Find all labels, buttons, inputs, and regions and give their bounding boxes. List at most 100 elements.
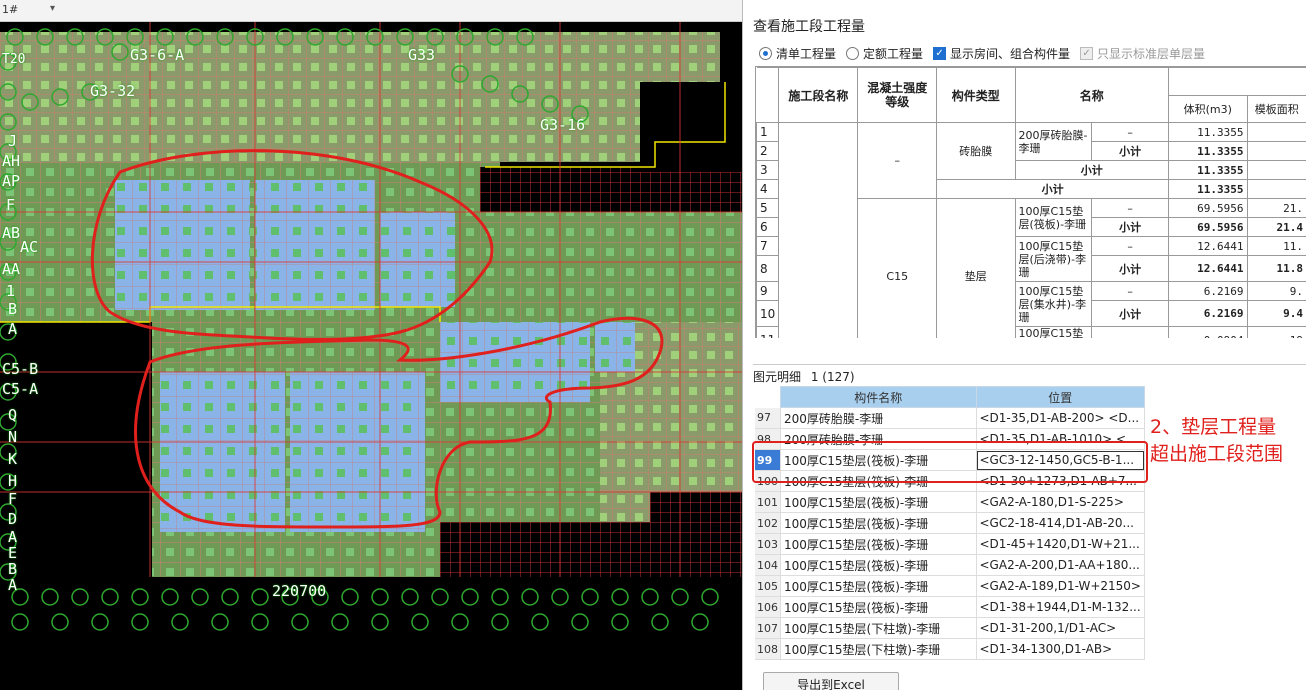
grid-label: G3-6-A — [130, 46, 185, 64]
table-row[interactable]: 103 100厚C15垫层(筏板)-李珊 <D1-45+1420,D1-W+21… — [755, 533, 1145, 555]
axis-label: B — [8, 300, 18, 318]
volume-cell: 69.5956 — [1168, 198, 1248, 218]
name-cell: 100厚C15垫层(集水井)-李珊 — [1014, 281, 1093, 327]
quantity-table-container[interactable]: 施工段名称 混凝土强度等级 构件类型 名称 体积(m3) 模板面积 1 – 砖胎… — [755, 66, 1306, 338]
name-cell: 100厚C15垫层 — [1014, 326, 1093, 338]
grade-cell: – — [857, 122, 938, 199]
col-position[interactable]: 位置 — [975, 386, 1145, 408]
table-row[interactable]: 104 100厚C15垫层(筏板)-李珊 <GA2-A-200,D1-AA+18… — [755, 554, 1145, 576]
formwork-cell: 11. — [1246, 236, 1306, 256]
subtotal-label: 小计 — [936, 179, 1170, 199]
cad-toolbar: 1# ▾ — [0, 0, 742, 22]
formwork-cell — [1246, 141, 1306, 161]
col-component-name[interactable]: 构件名称 — [780, 386, 977, 408]
axis-label: A — [8, 320, 18, 338]
annotation-note: 2、垫层工程量 超出施工段范围 — [1150, 414, 1283, 468]
volume-cell: 11.3355 — [1168, 160, 1248, 180]
element-detail-header: 图元明细 1 (127) — [753, 364, 1306, 386]
floor-selector[interactable]: 1# — [2, 3, 18, 16]
row-number: 1 — [756, 122, 780, 142]
table-row[interactable]: 106 100厚C15垫层(筏板)-李珊 <D1-38+1944,D1-M-13… — [755, 596, 1145, 618]
element-detail-table-container[interactable]: 构件名称 位置 97 200厚砖胎膜-李珊 <D1-35,D1-AB-200> … — [755, 386, 1145, 662]
sub-cell — [1091, 326, 1170, 338]
axis-label: A — [8, 576, 18, 594]
axis-label: B — [8, 560, 18, 578]
checkbox-checked-icon[interactable]: ✓ — [933, 46, 947, 60]
table-row[interactable]: 102 100厚C15垫层(筏板)-李珊 <GC2-18-414,D1-AB-2… — [755, 512, 1145, 534]
axis-label: C5-B — [2, 360, 39, 378]
position-cell: <GA2-A-200,D1-AA+180... — [976, 554, 1145, 576]
type-cell: 砖胎膜 — [936, 122, 1016, 180]
position-cell: <D1-34-1300,D1-AB> — [976, 638, 1145, 660]
position-cell: <D1-45+1420,D1-W+21... — [976, 533, 1145, 555]
subtotal-label: 小计 — [1091, 300, 1170, 327]
volume-cell: 69.5956 — [1168, 217, 1248, 237]
formwork-cell: 19 — [1246, 326, 1306, 338]
volume-cell: 0.0904 — [1168, 326, 1248, 338]
volume-cell: 12.6441 — [1168, 236, 1248, 256]
axis-label: AA — [2, 260, 21, 278]
checkbox-checked-icon[interactable]: ✓ — [1080, 46, 1094, 60]
subtotal-label: 小计 — [1014, 160, 1170, 180]
row-number: 106 — [755, 596, 781, 618]
subtotal-label: 小计 — [1091, 255, 1170, 282]
position-cell: <GA2-A-189,D1-W+2150> — [976, 575, 1145, 597]
axis-label: Q — [8, 406, 18, 424]
position-cell: <D1-35,D1-AB-200> <D... — [976, 407, 1145, 429]
radio-selected-icon[interactable] — [759, 46, 772, 60]
col-component-type[interactable]: 构件类型 — [936, 67, 1016, 123]
formwork-cell — [1246, 179, 1306, 199]
detail-count: 1 (127) — [810, 370, 855, 384]
row-number: 103 — [755, 533, 781, 555]
table-row[interactable]: 101 100厚C15垫层(筏板)-李珊 <GA2-A-180,D1-S-225… — [755, 491, 1145, 513]
col-concrete-grade[interactable]: 混凝土强度等级 — [857, 67, 938, 123]
position-cell: <D1-38+1944,D1-M-132... — [976, 596, 1145, 618]
annotation-highlight-box — [752, 441, 1148, 483]
component-name-cell: 100厚C15垫层(筏板)-李珊 — [780, 596, 977, 618]
col-volume[interactable]: 体积(m3) — [1168, 95, 1248, 123]
row-number: 104 — [755, 554, 781, 576]
chevron-down-icon[interactable]: ▾ — [50, 3, 55, 14]
table-row[interactable]: 107 100厚C15垫层(下柱墩)-李珊 <D1-31-200,1/D1-AC… — [755, 617, 1145, 639]
formwork-cell: 11.8 — [1246, 255, 1306, 282]
table-row[interactable]: 105 100厚C15垫层(筏板)-李珊 <GA2-A-189,D1-W+215… — [755, 575, 1145, 597]
subtotal-label: 小计 — [1091, 217, 1170, 237]
col-segment-name[interactable]: 施工段名称 — [778, 67, 859, 123]
row-number: 97 — [755, 407, 781, 429]
formwork-cell: 21.4 — [1246, 217, 1306, 237]
grid-label: G33 — [408, 46, 436, 64]
row-number: 101 — [755, 491, 781, 513]
table-row[interactable]: 108 100厚C15垫层(下柱墩)-李珊 <D1-34-1300,D1-AB> — [755, 638, 1145, 660]
grid-label: G3-32 — [90, 82, 136, 100]
axis-label: K — [8, 450, 18, 468]
axis-label: C5-A — [2, 380, 39, 398]
row-number: 6 — [756, 217, 780, 237]
checkbox-standard-floor-only[interactable]: ✓ 只显示标准层单层量 — [1080, 45, 1205, 62]
checkbox-show-rooms[interactable]: ✓ 显示房间、组合构件量 — [933, 45, 1070, 62]
volume-cell: 6.2169 — [1168, 281, 1248, 301]
grade-cell: C15 — [857, 198, 938, 338]
row-number: 7 — [756, 236, 780, 256]
formwork-cell — [1246, 160, 1306, 180]
cad-drawing — [0, 22, 742, 690]
cad-drawing-canvas[interactable]: T20 J AH AP F AB AC AA 1 B A C5-B C5-A Q… — [0, 22, 742, 690]
table-row[interactable]: 97 200厚砖胎膜-李珊 <D1-35,D1-AB-200> <D... — [755, 407, 1145, 429]
axis-label: AC — [20, 238, 39, 256]
radio-bill-quantity[interactable]: 清单工程量 — [759, 45, 836, 62]
col-name[interactable]: 名称 — [1014, 67, 1170, 123]
name-cell: 200厚砖胎膜-李珊 — [1014, 122, 1093, 161]
axis-label: F — [6, 196, 16, 214]
row-number: 5 — [756, 198, 780, 218]
axis-label: AH — [2, 152, 21, 170]
axis-label: A — [8, 528, 18, 546]
row-number: 107 — [755, 617, 781, 639]
component-name-cell: 200厚砖胎膜-李珊 — [780, 407, 977, 429]
name-cell: 100厚C15垫层(筏板)-李珊 — [1014, 198, 1093, 237]
formwork-cell: 21. — [1246, 198, 1306, 218]
axis-label: H — [8, 472, 18, 490]
radio-icon[interactable] — [846, 46, 860, 60]
col-formwork-area[interactable]: 模板面积 — [1246, 95, 1306, 123]
export-excel-button[interactable]: 导出到Excel — [763, 672, 899, 690]
position-cell: <GC2-18-414,D1-AB-20... — [976, 512, 1145, 534]
radio-quota-quantity[interactable]: 定额工程量 — [846, 45, 923, 62]
